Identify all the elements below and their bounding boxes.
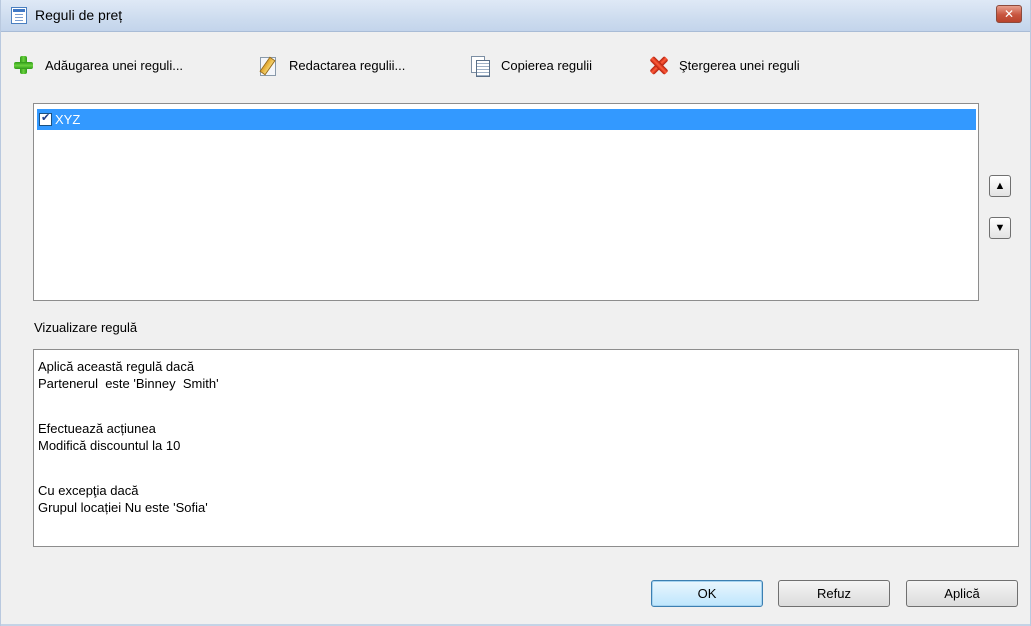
ok-button[interactable]: OK xyxy=(651,580,763,607)
calculator-icon xyxy=(11,7,27,24)
rules-list[interactable]: XYZ xyxy=(33,103,979,301)
delete-rule-label: Ştergerea unei reguli xyxy=(679,57,800,73)
delete-rule-button[interactable]: Ştergerea unei reguli xyxy=(647,50,800,80)
copy-rule-button[interactable]: Copierea regulii xyxy=(469,50,592,80)
move-up-button[interactable]: ▲ xyxy=(989,175,1011,197)
close-button[interactable]: ✕ xyxy=(996,5,1022,23)
copy-rule-label: Copierea regulii xyxy=(501,57,593,73)
plus-icon xyxy=(13,54,35,76)
rule-name: XYZ xyxy=(55,112,81,127)
preview-line: Aplică această regulă dacă xyxy=(38,359,195,374)
rule-preview-label: Vizualizare regulă xyxy=(34,320,138,335)
preview-line: Grupul locației Nu este 'Sofia' xyxy=(38,500,208,515)
preview-line: Efectuează acțiunea xyxy=(38,421,156,436)
edit-icon xyxy=(257,54,279,76)
move-down-button[interactable]: ▼ xyxy=(989,217,1011,239)
cancel-button[interactable]: Refuz xyxy=(778,580,890,607)
add-rule-button[interactable]: Adăugarea unei reguli... xyxy=(13,50,183,80)
edit-rule-label: Redactarea regulii... xyxy=(289,57,406,73)
preview-line: Cu excepţia dacă xyxy=(38,483,139,498)
rule-preview-textarea[interactable]: Aplică această regulă dacă Partenerul es… xyxy=(33,349,1019,547)
delete-icon xyxy=(647,54,669,76)
toolbar: Adăugarea unei reguli... Redactarea regu… xyxy=(1,50,1030,80)
triangle-up-icon: ▲ xyxy=(994,180,1006,192)
title-bar[interactable]: Reguli de preț ✕ xyxy=(1,0,1030,32)
copy-icon xyxy=(469,54,491,77)
price-rules-dialog: Reguli de preț ✕ Adăugarea unei reguli..… xyxy=(0,0,1031,626)
edit-rule-button[interactable]: Redactarea regulii... xyxy=(257,50,405,80)
preview-line: Partenerul este 'Binney Smith' xyxy=(38,376,219,391)
list-item[interactable]: XYZ xyxy=(37,109,976,130)
window-title: Reguli de preț xyxy=(35,7,123,23)
close-icon: ✕ xyxy=(1003,7,1015,21)
triangle-down-icon: ▼ xyxy=(994,222,1006,234)
rule-enabled-checkbox[interactable] xyxy=(39,111,52,126)
preview-line: Modifică discountul la 10 xyxy=(38,438,181,453)
apply-button[interactable]: Aplică xyxy=(906,580,1018,607)
add-rule-label: Adăugarea unei reguli... xyxy=(45,57,184,73)
